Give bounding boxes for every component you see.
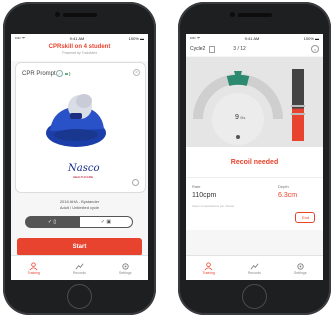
tab-settings[interactable]: Settings	[119, 262, 132, 275]
records-icon	[250, 263, 259, 269]
check-icon: ✓	[56, 70, 63, 77]
cycle-count: 3 / 12	[233, 46, 246, 52]
tab-label: Records	[247, 270, 261, 275]
depth-value: 6.3cm	[278, 192, 298, 199]
powered-by: Powered by TrainAlert	[62, 51, 97, 55]
rate-label: Rate	[192, 184, 201, 189]
toggle-option[interactable]: ✓ ▣	[79, 216, 133, 228]
card-status-icons: ✓	[56, 70, 73, 77]
recoil-message: Recoil needed	[230, 159, 279, 166]
gauge-unit: /5s	[240, 115, 245, 120]
cycle-label: Cycle2	[190, 46, 206, 52]
tab-training[interactable]: Training	[202, 261, 215, 275]
carrier: •••• ᯤ	[15, 35, 26, 40]
tab-label: Settings	[118, 270, 132, 275]
end-button[interactable]: End	[295, 212, 315, 223]
rate-value: 110cpm	[192, 192, 217, 199]
battery: 100% ▬	[128, 35, 144, 41]
tab-bar: Training Records Settings	[186, 255, 323, 280]
feedback-panel: 9 /5s	[186, 57, 323, 147]
clock: 9:41 AM	[69, 35, 85, 41]
bluetooth-signal-icon	[65, 71, 71, 76]
right-screen: •••• ᯤ 9:41 AM 100% ▬ Cycle2 3 / 12 × 9 …	[186, 34, 323, 280]
close-icon[interactable]: ×	[133, 69, 140, 76]
toggle-option-selected[interactable]: ✓ ▯	[25, 216, 79, 228]
right-phone: •••• ᯤ 9:41 AM 100% ▬ Cycle2 3 / 12 × 9 …	[178, 2, 331, 315]
manikin-image	[46, 94, 106, 147]
person-icon	[29, 261, 38, 270]
tab-settings[interactable]: Settings	[294, 262, 307, 275]
tab-records[interactable]: Records	[73, 262, 86, 275]
page-title: CPRskill on 4 student	[48, 44, 111, 50]
battery: 100% ▬	[303, 35, 319, 41]
depth-label: Depth	[278, 184, 289, 189]
card-label: CPR Prompt	[22, 71, 56, 77]
tab-label: Records	[72, 270, 86, 275]
target-icon[interactable]	[132, 179, 139, 186]
brand-logo: Nasco	[68, 163, 100, 174]
earpiece	[63, 13, 97, 17]
tab-training[interactable]: Training	[27, 261, 40, 275]
home-button[interactable]	[242, 284, 267, 309]
tab-records[interactable]: Records	[248, 262, 261, 275]
clock: 9:41 AM	[244, 35, 260, 41]
manikin-card[interactable]: CPR Prompt ✓ × Nasco HEALTHCARE	[15, 62, 146, 193]
person-icon	[204, 261, 213, 270]
left-phone: •••• ᯤ 9:41 AM 100% ▬ CPRskill on 4 stud…	[3, 2, 156, 315]
tab-label: Settings	[293, 270, 307, 275]
gauge-value: 9	[235, 114, 239, 121]
camera	[230, 12, 235, 17]
earpiece	[238, 13, 272, 17]
status-bar: •••• ᯤ 9:41 AM 100% ▬	[11, 34, 148, 42]
app-header: CPRskill on 4 student Powered by TrainAl…	[11, 42, 148, 61]
stats-panel: Rate 110cpm Ccpm compressions per minute…	[186, 177, 323, 230]
mode-description: 2018 AHA - Bystander Adult / Unlimited c…	[11, 199, 148, 211]
tab-label: Training	[202, 270, 215, 275]
home-button[interactable]	[67, 284, 92, 309]
gear-icon	[122, 262, 129, 270]
compression-gauge: 9 /5s	[193, 69, 305, 145]
session-header: Cycle2 3 / 12 ×	[186, 42, 323, 56]
rate-note: Ccpm compressions per minute	[192, 204, 235, 208]
gear-icon	[297, 262, 304, 270]
tab-bar: Training Records Settings	[11, 255, 148, 280]
carrier: •••• ᯤ	[190, 35, 201, 40]
brand-subtitle: HEALTHCARE	[73, 175, 93, 179]
camera	[55, 12, 60, 17]
close-icon[interactable]: ×	[311, 45, 319, 53]
left-screen: •••• ᯤ 9:41 AM 100% ▬ CPRskill on 4 stud…	[11, 34, 148, 280]
status-bar: •••• ᯤ 9:41 AM 100% ▬	[186, 34, 323, 42]
timer-icon	[209, 45, 216, 53]
recoil-banner: Recoil needed	[186, 147, 323, 177]
tab-label: Training	[27, 270, 40, 275]
start-button[interactable]: Start	[17, 238, 142, 256]
mode-line-2: Adult / Unlimited cycle	[59, 205, 100, 210]
mode-toggle: ✓ ▯ ✓ ▣	[25, 216, 133, 228]
records-icon	[75, 263, 84, 269]
